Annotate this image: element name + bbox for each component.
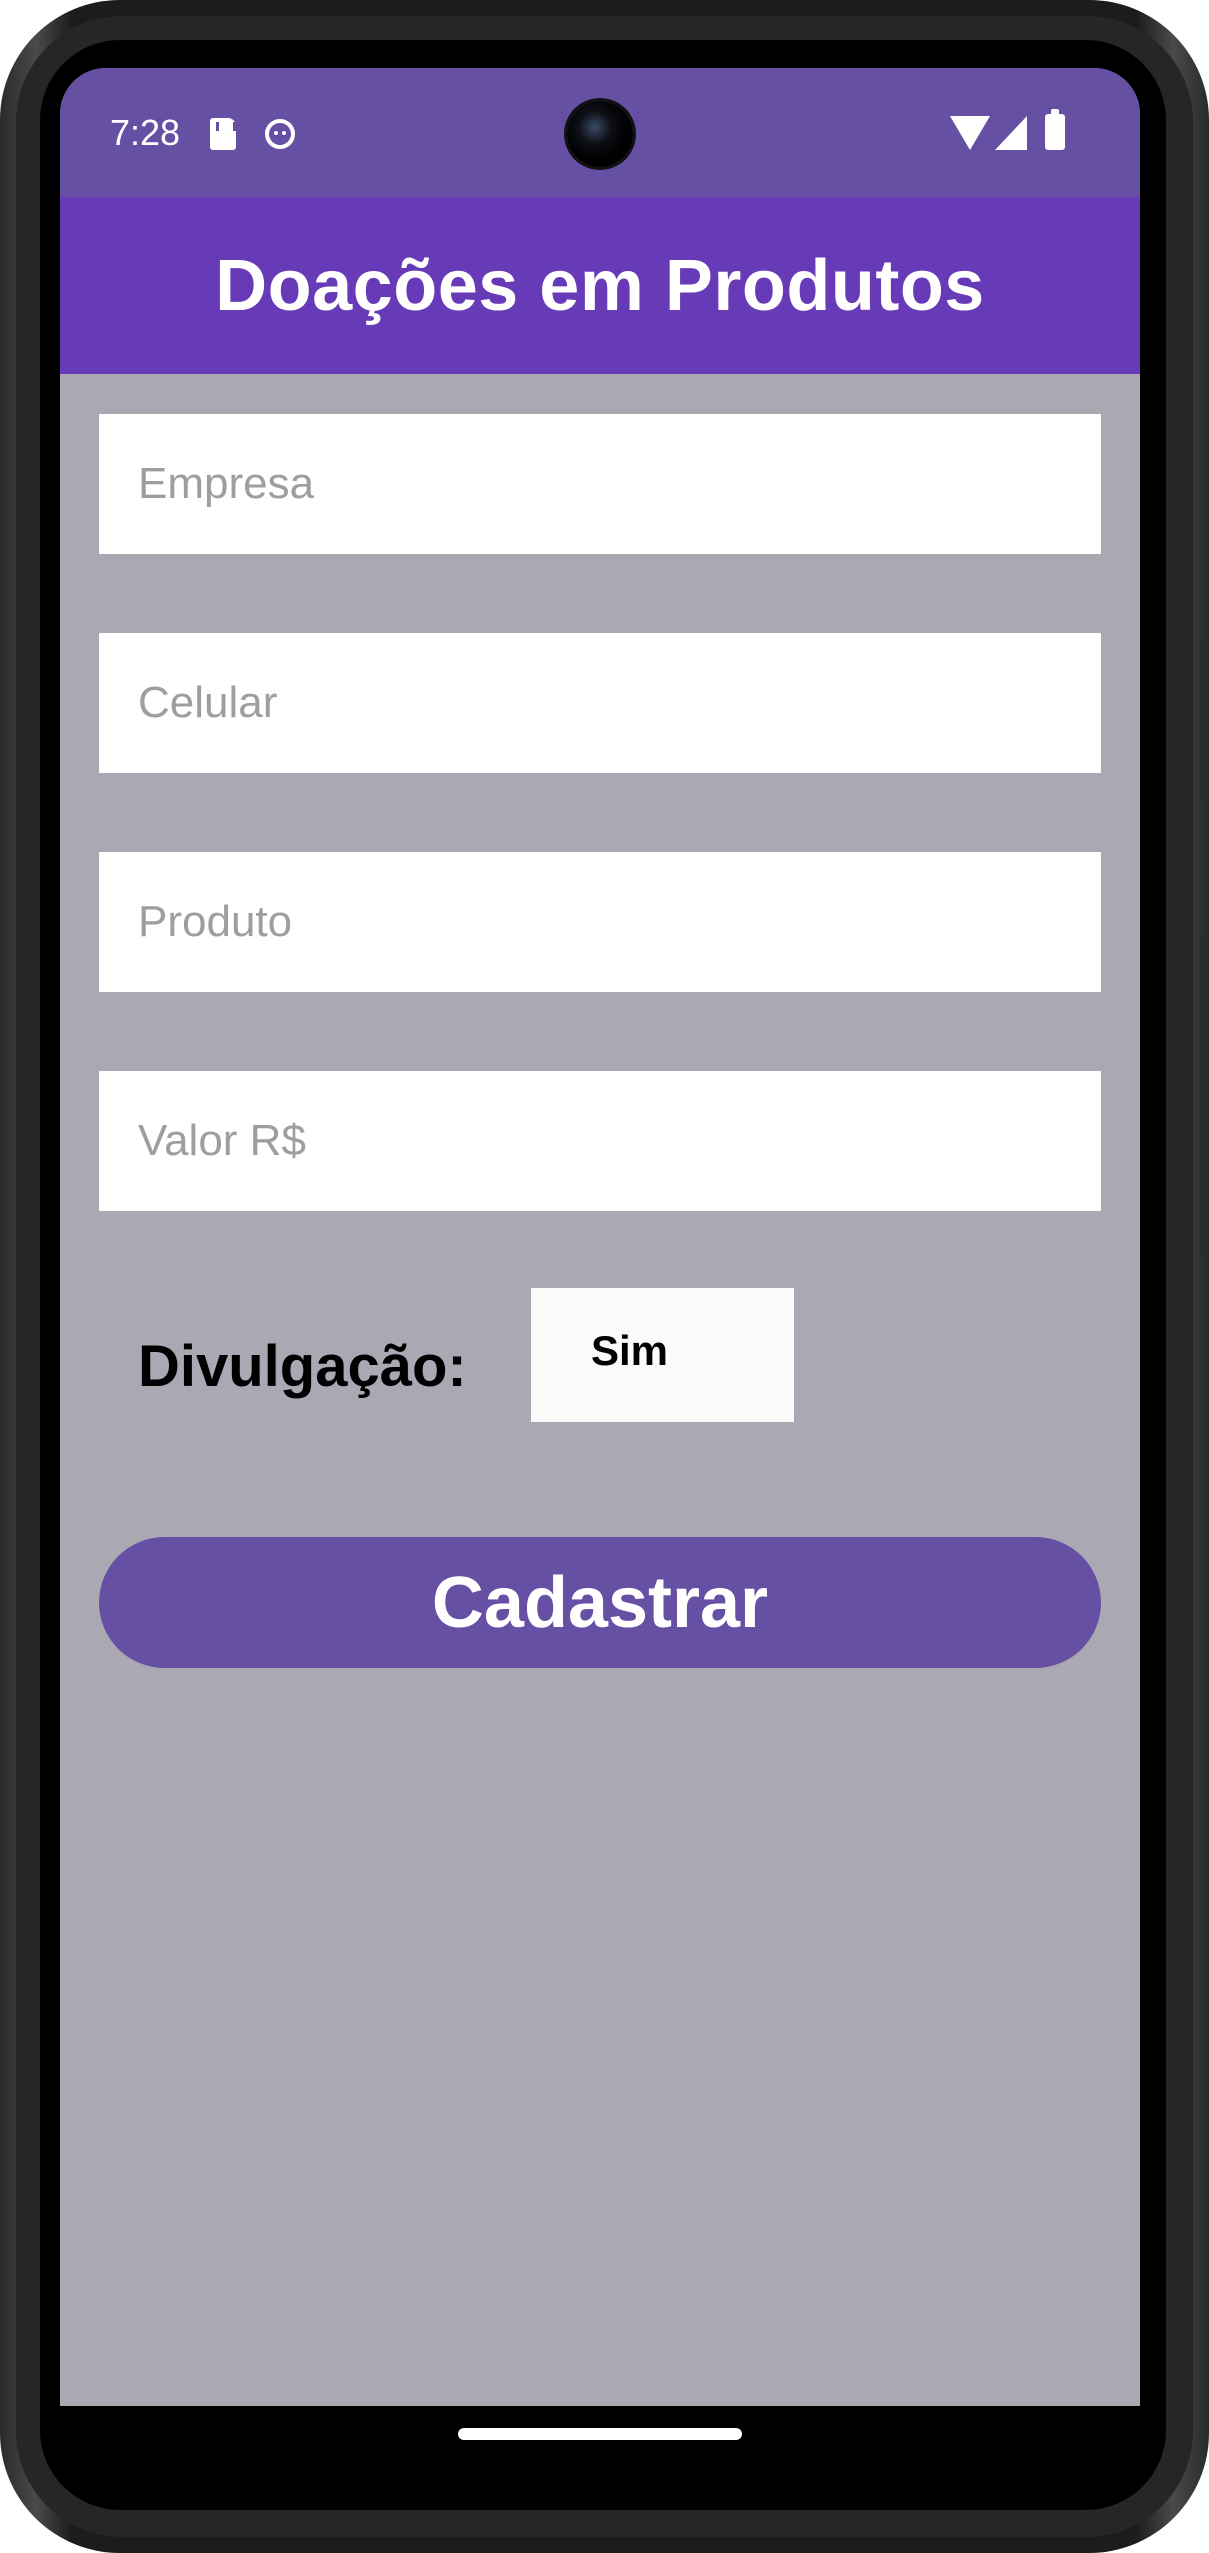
- home-gesture-handle[interactable]: [458, 2428, 742, 2440]
- robot-icon: [265, 119, 295, 149]
- navigation-bar: [60, 2406, 1140, 2468]
- empresa-input[interactable]: [99, 414, 1101, 554]
- celular-input[interactable]: [99, 633, 1101, 773]
- signal-icon: [995, 116, 1027, 150]
- status-bar: 7:28: [60, 68, 1140, 197]
- valor-input[interactable]: [99, 1071, 1101, 1211]
- page-title: Doações em Produtos: [215, 245, 985, 326]
- divulgacao-spinner[interactable]: Sim: [531, 1288, 794, 1422]
- divulgacao-selected-value: Sim: [591, 1327, 669, 1374]
- cadastrar-button[interactable]: Cadastrar: [99, 1537, 1101, 1668]
- status-time: 7:28: [110, 112, 181, 153]
- wifi-icon: [950, 116, 990, 150]
- battery-icon: [1045, 109, 1065, 150]
- volume-button: [1200, 640, 1209, 800]
- app-bar: Doações em Produtos: [60, 197, 1140, 374]
- front-camera: [567, 101, 633, 167]
- sd-card-icon: [210, 118, 236, 150]
- produto-input[interactable]: [99, 852, 1101, 992]
- power-button: [1200, 935, 1209, 1255]
- app-screen: 7:28 Doações em Produtos Divulgação: Sim…: [60, 68, 1140, 2406]
- divulgacao-label: Divulgação:: [138, 1334, 467, 1399]
